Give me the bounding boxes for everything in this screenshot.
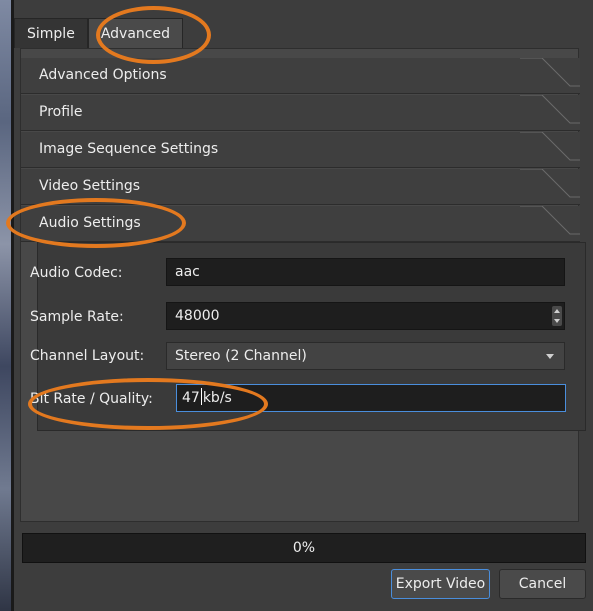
section-label: Video Settings: [39, 178, 141, 194]
audio-codec-value: aac: [175, 264, 200, 280]
sample-rate-label: Sample Rate:: [30, 309, 124, 325]
channel-layout-dropdown[interactable]: Stereo (2 Channel): [166, 342, 565, 370]
sample-rate-spinbox[interactable]: 48000: [166, 302, 565, 330]
section-video-settings[interactable]: Video Settings: [21, 169, 580, 205]
section-tab-edge-icon: [520, 95, 580, 124]
section-label: Image Sequence Settings: [39, 141, 219, 157]
text-caret: [200, 388, 202, 405]
section-tab-edge-icon: [520, 169, 580, 198]
bitrate-input[interactable]: 47 kb/s: [176, 384, 566, 412]
audio-codec-field[interactable]: aac: [166, 258, 565, 286]
sample-rate-value: 48000: [175, 308, 220, 324]
section-tab-edge-icon: [520, 58, 580, 87]
section-tab-edge-icon: [520, 206, 580, 235]
section-advanced-options[interactable]: Advanced Options: [21, 58, 580, 94]
tab-simple[interactable]: Simple: [14, 18, 88, 48]
section-image-sequence-settings[interactable]: Image Sequence Settings: [21, 132, 580, 168]
section-profile[interactable]: Profile: [21, 95, 580, 131]
channel-layout-label: Channel Layout:: [30, 348, 145, 364]
audio-codec-label: Audio Codec:: [30, 265, 123, 281]
bitrate-value-unit: kb/s: [202, 390, 232, 406]
channel-layout-value: Stereo (2 Channel): [175, 348, 307, 364]
section-label: Profile: [39, 104, 83, 120]
bitrate-value-number: 47: [182, 390, 200, 406]
section-audio-settings[interactable]: Audio Settings: [21, 206, 580, 242]
export-video-button[interactable]: Export Video: [391, 569, 490, 599]
cancel-button[interactable]: Cancel: [499, 569, 586, 599]
chevron-down-icon: [546, 354, 554, 359]
tab-bar: Simple Advanced: [14, 18, 183, 48]
spin-arrows-icon[interactable]: [552, 306, 562, 326]
bitrate-label: Bit Rate / Quality:: [30, 391, 153, 407]
section-label: Advanced Options: [39, 67, 167, 83]
export-progress-bar: 0%: [22, 533, 586, 563]
section-label: Audio Settings: [39, 215, 141, 231]
progress-text: 0%: [292, 540, 316, 556]
tab-advanced[interactable]: Advanced: [87, 18, 183, 48]
background-window-edge: [0, 0, 14, 611]
section-tab-edge-icon: [520, 132, 580, 161]
